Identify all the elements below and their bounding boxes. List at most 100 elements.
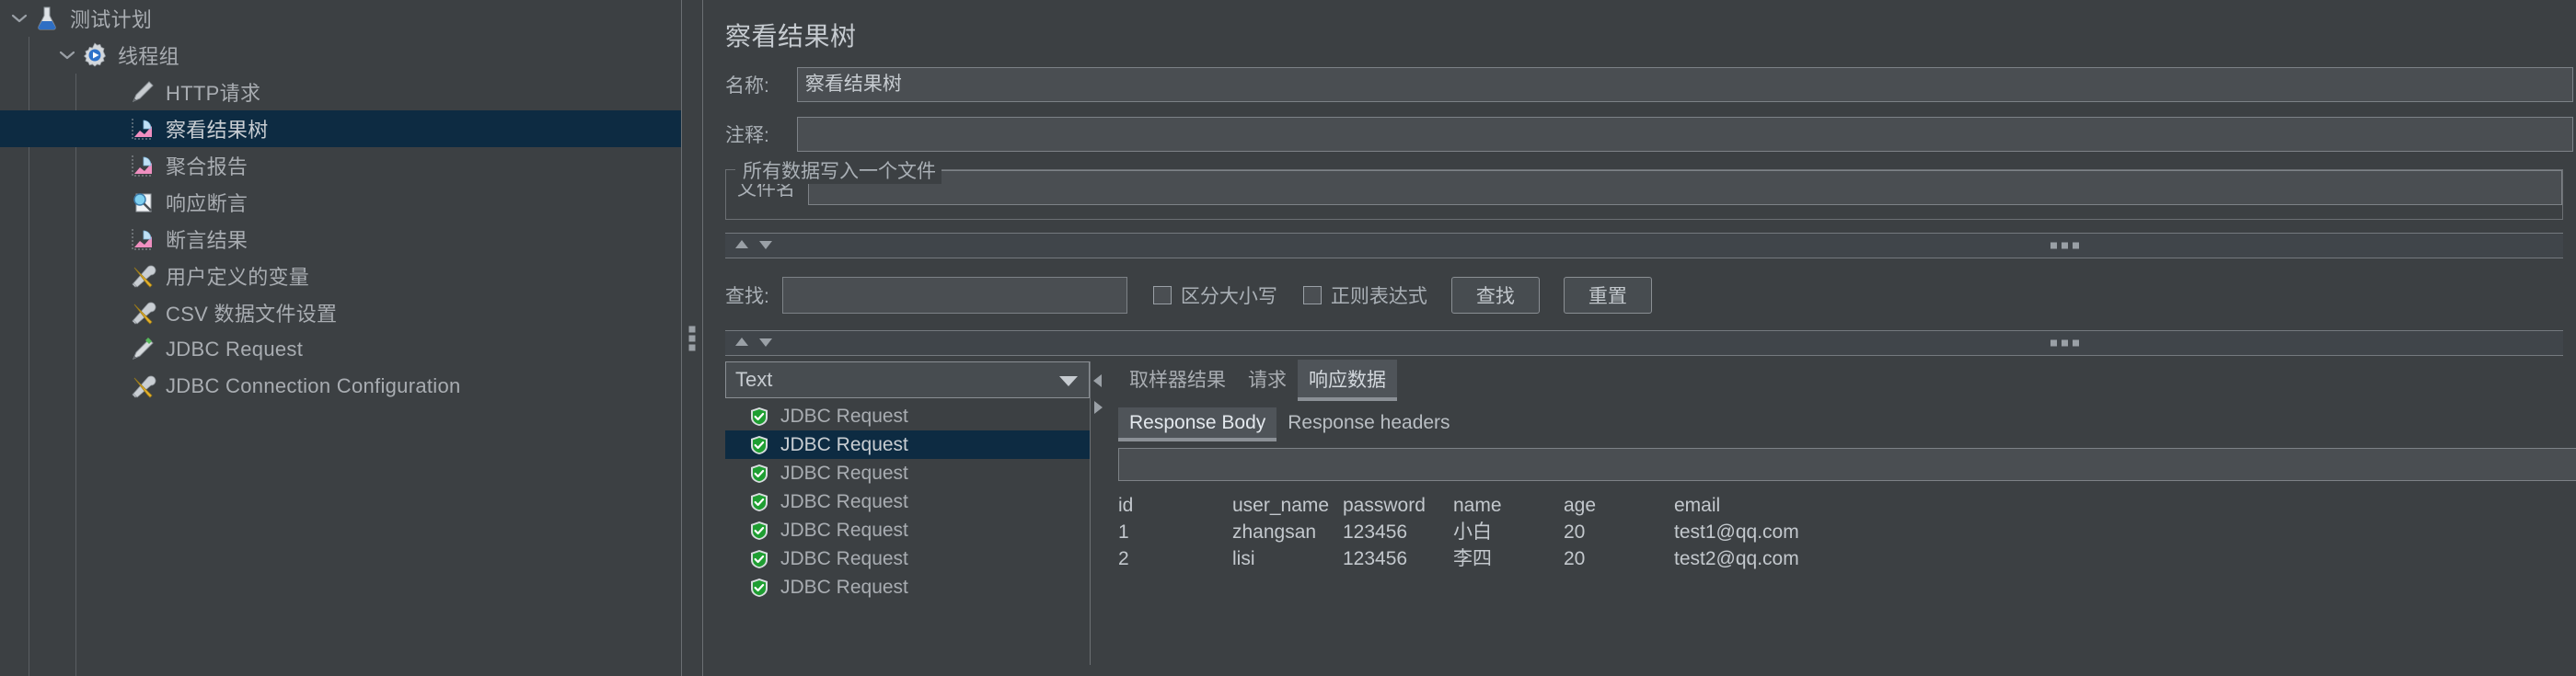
- tab-2[interactable]: 响应数据: [1298, 360, 1397, 401]
- regex-checkbox[interactable]: 正则表达式: [1302, 281, 1427, 309]
- success-shield-icon: [749, 464, 769, 484]
- filename-field-row: 文件名: [726, 169, 2562, 206]
- list-item[interactable]: JDBC Request: [725, 573, 1090, 602]
- tree-item-6[interactable]: 断言结果: [0, 221, 681, 258]
- table-row: 1 zhangsan 123456 小白 20 test1@qq.com: [1118, 521, 1799, 547]
- tree-item-label: 察看结果树: [166, 119, 269, 142]
- tree-item-1[interactable]: 线程组: [0, 37, 681, 74]
- table-cell: 20: [1564, 548, 1586, 569]
- table-cell: lisi: [1232, 548, 1255, 569]
- list-item[interactable]: JDBC Request: [725, 487, 1090, 516]
- checkbox-box[interactable]: [1152, 286, 1172, 304]
- subtab-1[interactable]: Response headers: [1276, 407, 1461, 439]
- table-header-cell: id: [1118, 495, 1134, 516]
- flask-icon: [31, 3, 63, 34]
- chevron-down-icon[interactable]: [1059, 368, 1078, 392]
- expand-left-icon[interactable]: [1093, 374, 1103, 392]
- tree-item-4[interactable]: 聚合报告: [0, 147, 681, 184]
- filename-input[interactable]: [808, 170, 2562, 205]
- list-item-label: JDBC Request: [780, 462, 908, 484]
- tree-item-10[interactable]: JDBC Connection Configuration: [0, 368, 681, 405]
- tree-twisty-placeholder: [103, 110, 127, 147]
- jmeter-window: 测试计划线程组 HTTP请求察看结果树聚合报告响应断言断言结果 用户定义的变量 CSV…: [0, 0, 2576, 676]
- tree-item-5[interactable]: 响应断言: [0, 184, 681, 221]
- tree-twisty-placeholder: [103, 294, 127, 331]
- search-input[interactable]: [781, 277, 1127, 314]
- table-header-cell: age: [1564, 495, 1597, 516]
- tree-item-2[interactable]: HTTP请求: [0, 74, 681, 110]
- test-plan-tree[interactable]: 测试计划线程组 HTTP请求察看结果树聚合报告响应断言断言结果 用户定义的变量 CSV…: [0, 0, 681, 676]
- name-input[interactable]: [796, 67, 2573, 102]
- table-cell: 小白: [1453, 521, 1492, 543]
- table-header-cell: user_name: [1232, 495, 1330, 516]
- render-format-select[interactable]: Text: [725, 361, 1090, 398]
- collapse-up-icon[interactable]: [734, 237, 749, 254]
- list-item[interactable]: JDBC Request: [725, 459, 1090, 487]
- response-subtabs[interactable]: Response Body Response headers: [1109, 404, 2576, 441]
- find-button[interactable]: 查找: [1450, 277, 1540, 314]
- reset-button[interactable]: 重置: [1563, 277, 1652, 314]
- tab-0[interactable]: 取样器结果: [1118, 360, 1237, 398]
- tree-twisty-placeholder: [103, 147, 127, 184]
- table-cell: 李四: [1453, 548, 1492, 569]
- subtab-0[interactable]: Response Body: [1118, 407, 1277, 441]
- sampler-result-list[interactable]: JDBC Request JDBC Request JDBC Request JDBC…: [725, 402, 1090, 602]
- write-all-data-group: 所有数据写入一个文件 文件名: [725, 156, 2563, 220]
- tree-item-0[interactable]: 测试计划: [0, 0, 681, 37]
- list-item[interactable]: JDBC Request: [725, 516, 1090, 544]
- table-cell: test2@qq.com: [1674, 548, 1799, 569]
- gear-play-icon: [79, 40, 110, 71]
- name-field-row: 名称:: [703, 66, 2576, 103]
- table-header-cell: name: [1453, 495, 1502, 516]
- list-item-label: JDBC Request: [780, 576, 908, 598]
- tree-item-7[interactable]: 用户定义的变量: [0, 258, 681, 294]
- write-all-data-group-title: 所有数据写入一个文件: [737, 156, 941, 184]
- tree-item-9[interactable]: JDBC Request: [0, 331, 681, 368]
- tree-item-3[interactable]: 察看结果树: [0, 110, 681, 147]
- table-cell: 20: [1564, 521, 1586, 543]
- comment-input[interactable]: [796, 117, 2573, 152]
- checkbox-box[interactable]: [1302, 286, 1322, 304]
- chart-icon: [127, 113, 158, 144]
- results-panel-splitter[interactable]: [725, 330, 2563, 356]
- list-item[interactable]: JDBC Request: [725, 544, 1090, 573]
- success-shield-icon: [749, 578, 769, 598]
- splitter-dots-bottom[interactable]: [2050, 339, 2079, 347]
- splitter-dots-top[interactable]: [2050, 242, 2079, 249]
- search-panel-splitter[interactable]: [725, 233, 2563, 258]
- tree-item-label: 响应断言: [166, 192, 248, 215]
- response-body-search-input[interactable]: [1118, 448, 2576, 481]
- collapse-up-icon[interactable]: [734, 335, 749, 351]
- response-body-content: id user_name password name age email 1 zhangsan…: [1118, 494, 2576, 574]
- tab-1[interactable]: 请求: [1237, 360, 1298, 398]
- collapse-down-icon[interactable]: [758, 237, 773, 254]
- chevron-down-icon[interactable]: [55, 37, 79, 74]
- tree-item-label: 线程组: [118, 45, 179, 68]
- chevron-down-icon[interactable]: [7, 0, 31, 37]
- list-item-label: JDBC Request: [780, 433, 908, 455]
- expand-right-icon[interactable]: [1093, 401, 1103, 418]
- list-item-label: JDBC Request: [780, 405, 908, 427]
- tree-twisty-placeholder: [103, 258, 127, 294]
- splitter-grip[interactable]: [688, 326, 696, 350]
- tools-icon: [127, 260, 158, 292]
- tree-item-8[interactable]: CSV 数据文件设置: [0, 294, 681, 331]
- result-detail-splitter[interactable]: [1090, 361, 1105, 665]
- table-cell: 2: [1118, 548, 1129, 569]
- tree-item-label: CSV 数据文件设置: [166, 303, 338, 326]
- tree-detail-splitter[interactable]: [681, 0, 703, 676]
- case-sensitive-checkbox[interactable]: 区分大小写: [1152, 281, 1277, 309]
- list-item[interactable]: JDBC Request: [725, 402, 1090, 430]
- table-header-cell: password: [1343, 495, 1426, 516]
- tree-item-label: 测试计划: [70, 8, 153, 31]
- table-header-row: id user_name password name age email: [1118, 494, 1799, 521]
- detail-tabs[interactable]: 取样器结果 请求 响应数据: [1109, 360, 2576, 401]
- collapse-down-icon[interactable]: [758, 335, 773, 351]
- list-item[interactable]: JDBC Request: [725, 430, 1090, 459]
